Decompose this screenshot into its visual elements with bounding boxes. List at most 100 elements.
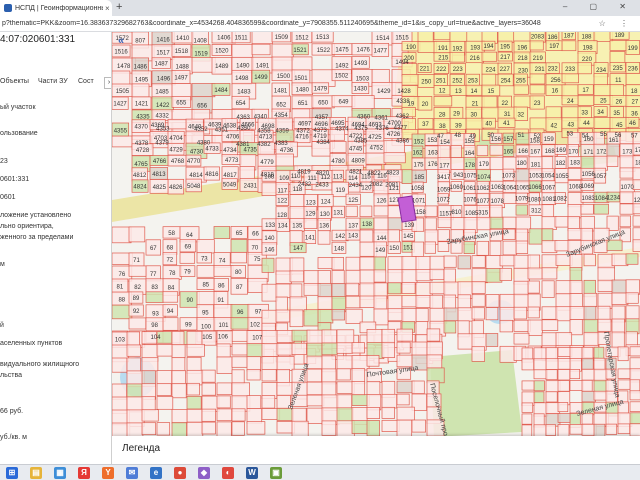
parcel[interactable] — [527, 319, 543, 336]
parcel[interactable] — [276, 330, 295, 343]
browser-icon[interactable]: e — [150, 467, 162, 479]
parcel[interactable] — [213, 265, 234, 277]
parcel[interactable] — [186, 382, 200, 396]
parcel[interactable] — [515, 204, 528, 216]
parcel[interactable] — [251, 32, 273, 45]
parcel[interactable] — [351, 420, 370, 434]
parcel[interactable] — [141, 357, 159, 372]
parcel[interactable] — [417, 32, 434, 43]
parcel[interactable] — [246, 408, 263, 424]
parcel[interactable] — [555, 306, 572, 322]
parcel[interactable] — [411, 419, 426, 433]
parcel[interactable] — [126, 331, 140, 347]
parcel[interactable] — [557, 380, 570, 392]
parcel[interactable] — [345, 282, 360, 297]
parcel[interactable] — [485, 307, 499, 321]
parcel[interactable] — [527, 254, 541, 270]
url-text[interactable]: p?thematic=PKK&zoom=16.383637329682763&c… — [0, 20, 600, 27]
parcel[interactable] — [557, 413, 571, 423]
parcel[interactable] — [317, 283, 332, 299]
tabs-scroll-right-button[interactable]: › — [104, 77, 111, 89]
store-icon[interactable]: ▦ — [54, 467, 66, 479]
parcel[interactable] — [583, 305, 597, 321]
parcel[interactable] — [580, 227, 593, 243]
parcel[interactable] — [239, 166, 255, 181]
parcel[interactable] — [617, 368, 632, 379]
parcel[interactable] — [291, 407, 307, 423]
parcel[interactable] — [331, 270, 345, 285]
parcel[interactable] — [246, 369, 261, 381]
parcel[interactable] — [261, 182, 277, 196]
parcel[interactable] — [387, 308, 405, 322]
parcel[interactable] — [201, 421, 216, 435]
parcel[interactable] — [186, 395, 202, 410]
parcel[interactable] — [336, 368, 351, 381]
parcel[interactable] — [629, 412, 640, 425]
parcel[interactable] — [246, 343, 265, 358]
parcel[interactable] — [112, 135, 133, 148]
parcel[interactable] — [463, 241, 475, 254]
parcel[interactable] — [396, 406, 415, 421]
parcel[interactable] — [569, 280, 583, 294]
parcel[interactable] — [527, 280, 540, 294]
app2-icon[interactable]: ◐ — [222, 467, 234, 479]
parcel[interactable] — [321, 342, 338, 356]
parcel[interactable] — [443, 255, 457, 268]
parcel[interactable] — [213, 304, 233, 320]
parcel[interactable] — [216, 356, 233, 374]
parcel[interactable] — [625, 73, 640, 86]
parcel[interactable] — [171, 357, 186, 372]
parcel[interactable] — [329, 141, 347, 153]
parcel[interactable] — [541, 306, 558, 320]
app-icon[interactable]: ◆ — [198, 467, 210, 479]
parcel[interactable] — [231, 421, 245, 436]
parcel[interactable] — [336, 394, 353, 410]
parcel[interactable] — [366, 355, 380, 367]
parcel[interactable] — [617, 346, 629, 362]
parcel[interactable] — [141, 422, 157, 436]
parcel[interactable] — [275, 270, 292, 284]
parcel[interactable] — [201, 369, 216, 383]
parcel[interactable] — [429, 281, 447, 295]
parcel[interactable] — [345, 205, 358, 218]
parcel[interactable] — [261, 257, 275, 273]
parcel[interactable] — [396, 341, 411, 354]
parcel[interactable] — [457, 255, 471, 270]
parcel[interactable] — [291, 420, 309, 437]
parcel[interactable] — [415, 308, 429, 323]
parcel[interactable] — [449, 32, 468, 43]
parcel[interactable] — [216, 408, 233, 422]
parcel[interactable] — [485, 294, 500, 308]
parcel[interactable] — [191, 83, 216, 98]
parcel[interactable] — [246, 395, 262, 410]
parcel[interactable] — [502, 240, 518, 256]
parcel[interactable] — [569, 369, 581, 380]
parcel[interactable] — [632, 239, 640, 252]
parcel[interactable] — [331, 257, 344, 271]
parcel[interactable] — [261, 356, 279, 371]
parcel[interactable] — [231, 408, 246, 422]
parcel[interactable] — [632, 215, 640, 227]
parcel[interactable] — [351, 381, 366, 397]
parcel[interactable] — [387, 269, 404, 284]
parcel[interactable] — [171, 422, 187, 437]
parcel[interactable] — [186, 408, 203, 423]
parcel[interactable] — [186, 369, 204, 386]
parcel[interactable] — [443, 307, 459, 322]
parcel[interactable] — [275, 283, 292, 298]
parcel[interactable] — [476, 216, 492, 231]
parcel[interactable] — [629, 346, 640, 357]
parcel[interactable] — [429, 255, 445, 271]
parcel[interactable] — [632, 203, 640, 215]
parcel[interactable] — [521, 413, 533, 425]
parcel[interactable] — [366, 420, 380, 437]
parcel[interactable] — [555, 280, 572, 295]
parcel[interactable] — [561, 40, 577, 52]
parcel[interactable] — [583, 292, 598, 308]
parcel[interactable] — [387, 217, 404, 231]
parcel[interactable] — [321, 329, 337, 344]
parcel[interactable] — [567, 204, 582, 219]
word-icon[interactable]: W — [246, 467, 258, 479]
parcel[interactable] — [606, 143, 620, 158]
parcel[interactable] — [521, 380, 535, 391]
